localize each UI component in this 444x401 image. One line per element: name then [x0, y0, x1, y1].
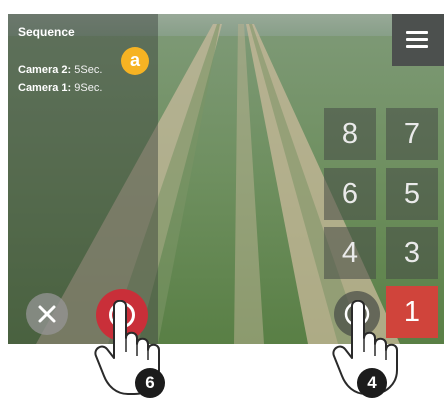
- key-4[interactable]: 4: [324, 227, 376, 279]
- key-8[interactable]: 8: [324, 108, 376, 160]
- key-5[interactable]: 5: [386, 168, 438, 220]
- camera-1-value: 9Sec.: [74, 82, 103, 94]
- key-6[interactable]: 6: [324, 168, 376, 220]
- camera-2-label: Camera 2:: [18, 64, 72, 76]
- annotation-badge-a: a: [121, 47, 149, 75]
- hamburger-menu-icon-bar: [406, 45, 428, 48]
- key-3[interactable]: 3: [386, 227, 438, 279]
- hamburger-menu-icon: [406, 31, 428, 34]
- step-number-badge: 6: [135, 368, 165, 398]
- sequence-title: Sequence: [18, 25, 75, 39]
- hamburger-menu-icon-bar: [406, 38, 428, 41]
- camera-1-row: Camera 1: 9Sec.: [18, 82, 102, 94]
- camera-2-value: 5Sec.: [74, 64, 103, 76]
- camera-1-label: Camera 1:: [18, 82, 72, 94]
- close-button[interactable]: [26, 293, 68, 335]
- camera-2-row: Camera 2: 5Sec.: [18, 64, 102, 76]
- key-7[interactable]: 7: [386, 108, 438, 160]
- close-icon: [38, 305, 56, 323]
- camera-view: Sequence Camera 2: 5Sec. Camera 1: 9Sec.…: [8, 14, 444, 344]
- step-number-badge: 4: [357, 368, 387, 398]
- menu-button[interactable]: [392, 14, 444, 66]
